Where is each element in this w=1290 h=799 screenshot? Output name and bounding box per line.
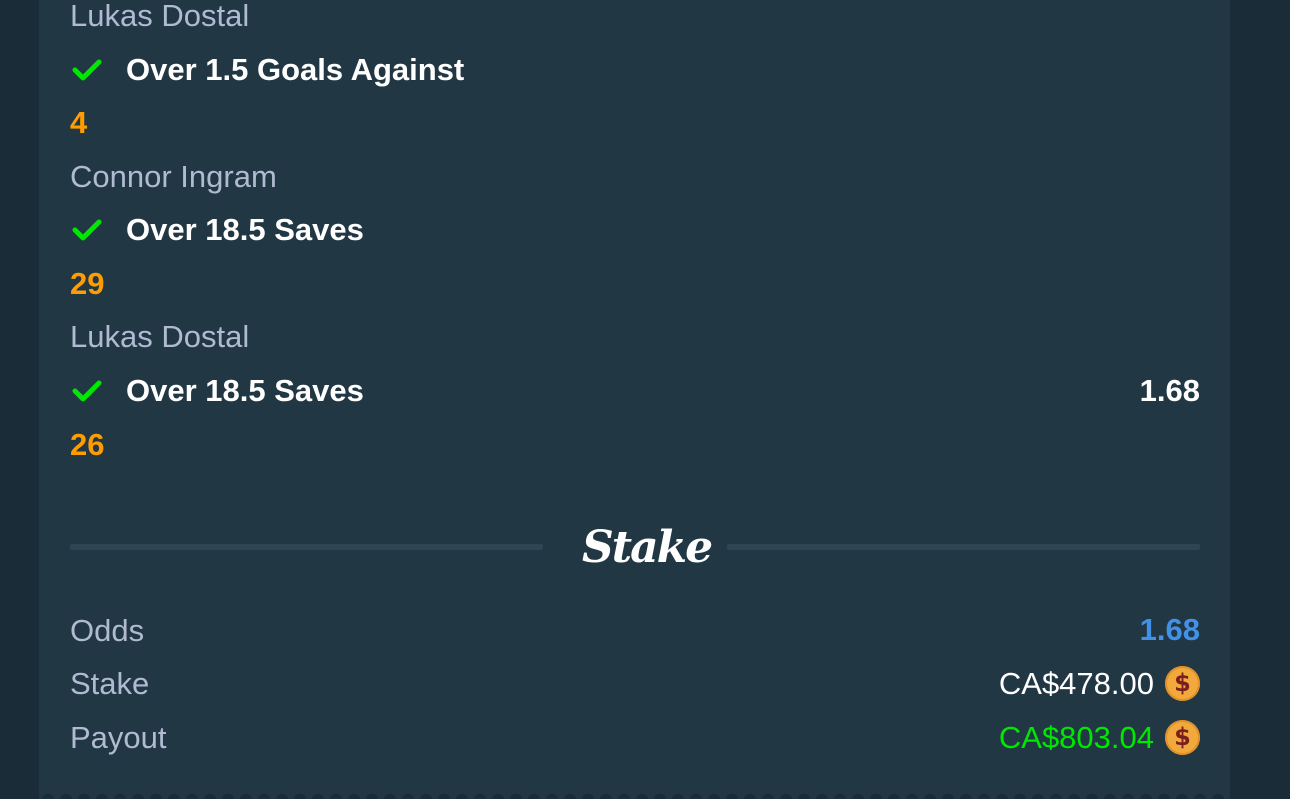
leg-market-row: Over 18.5 Saves: [70, 213, 1200, 247]
leg-market: Over 1.5 Goals Against: [126, 52, 465, 87]
total-odds-value: 1.68: [1139, 612, 1200, 647]
stake-label: Stake: [70, 666, 150, 701]
check-icon: [72, 380, 102, 402]
payout-label: Payout: [70, 720, 167, 755]
stake-value: CA$478.00: [998, 666, 1154, 701]
cad-coin-icon: $: [1165, 666, 1200, 701]
leg-market: Over 18.5 Saves: [126, 373, 364, 408]
leg-market-row: Over 18.5 Saves 1.68: [70, 374, 1200, 408]
check-icon: [72, 59, 102, 81]
leg-market-row: Over 1.5 Goals Against: [70, 53, 1200, 87]
leg-result: 26: [70, 427, 105, 462]
stake-logo: Stake: [582, 522, 713, 573]
leg-player-name: Connor Ingram: [70, 159, 277, 194]
leg-player-name: Lukas Dostal: [70, 319, 250, 354]
cad-coin-icon: $: [1165, 720, 1200, 755]
check-icon: [72, 219, 102, 241]
leg-odds: 1.68: [1139, 373, 1200, 408]
leg-market: Over 18.5 Saves: [126, 212, 364, 247]
payout-value: CA$803.04: [998, 720, 1154, 755]
leg-result: 4: [70, 105, 88, 140]
divider-left: [70, 544, 543, 550]
leg-player-name: Lukas Dostal: [70, 0, 250, 33]
bet-slip-card: Lukas Dostal Over 1.5 Goals Against 4 Co…: [39, 0, 1230, 799]
divider-right: [727, 544, 1200, 550]
leg-result: 29: [70, 266, 105, 301]
ticket-scalloped-edge: [39, 789, 1230, 799]
odds-label: Odds: [70, 613, 145, 648]
